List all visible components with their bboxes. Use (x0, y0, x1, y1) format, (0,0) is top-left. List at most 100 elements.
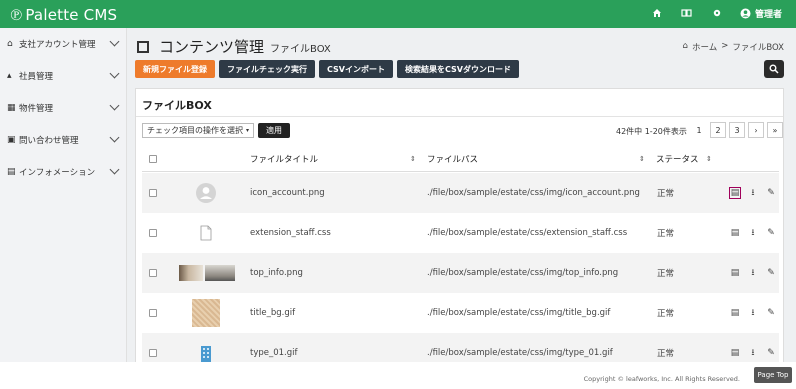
table-row: extension_staff.css ./file/box/sample/es… (142, 213, 779, 253)
admin-menu[interactable]: 管理者 (740, 7, 782, 20)
logo-text: Palette CMS (25, 6, 118, 24)
select-all-checkbox[interactable] (149, 155, 157, 163)
sidebar-item-properties[interactable]: ▦ 物件管理 (0, 92, 126, 124)
download-icon[interactable]: ⭳ (747, 347, 759, 359)
csv-download-button[interactable]: 検索結果をCSVダウンロード (396, 60, 519, 78)
header-status[interactable]: ステータス (656, 153, 699, 165)
sort-icon[interactable]: ⇕ (706, 155, 712, 163)
sidebar-footer (0, 362, 127, 389)
row-checkbox[interactable] (149, 269, 157, 277)
edit-icon[interactable]: ✎ (765, 307, 777, 319)
chevron-down-icon (109, 164, 120, 175)
sidebar-item-label: インフォメーション (19, 168, 96, 178)
logo[interactable]: ℗ Palette CMS (10, 5, 117, 25)
edit-icon[interactable]: ✎ (765, 187, 777, 199)
content-icon (137, 41, 149, 53)
detail-icon[interactable]: ▤ (729, 307, 741, 319)
building-icon: ▦ (7, 103, 16, 113)
file-title: icon_account.png (250, 188, 325, 198)
detail-icon[interactable]: ▤ (729, 267, 741, 279)
file-status: 正常 (657, 189, 675, 199)
gear-icon[interactable] (710, 6, 724, 20)
sidebar-item-label: 問い合わせ管理 (19, 136, 79, 146)
search-icon (769, 64, 779, 74)
chevron-down-icon (109, 36, 120, 47)
file-path: ./file/box/sample/estate/css/img/type_01… (427, 348, 613, 358)
pagination: 1 2 3 › » (691, 122, 783, 138)
footer: Copyright © leafworks, Inc. All Rights R… (127, 362, 796, 389)
file-path: ./file/box/sample/estate/css/img/icon_ac… (427, 188, 640, 198)
user-icon: ▴ (7, 71, 12, 81)
file-path: ./file/box/sample/estate/css/img/title_b… (427, 308, 611, 318)
page-top-button[interactable]: Page Top (754, 367, 792, 383)
csv-import-button[interactable]: CSVインポート (319, 60, 393, 78)
table-row: title_bg.gif ./file/box/sample/estate/cs… (142, 293, 779, 333)
row-checkbox[interactable] (149, 349, 157, 357)
chevron-down-icon (109, 100, 120, 111)
new-file-button[interactable]: 新規ファイル登録 (135, 60, 215, 78)
home-icon[interactable] (650, 6, 664, 20)
copyright: Copyright © leafworks, Inc. All Rights R… (583, 375, 740, 383)
file-path: ./file/box/sample/estate/css/img/top_inf… (427, 268, 619, 278)
file-status: 正常 (657, 269, 675, 279)
page-subtitle: ファイルBOX (270, 44, 331, 55)
detail-icon[interactable]: ▤ (729, 187, 741, 199)
account-icon (740, 8, 751, 18)
result-count: 42件中 1-20件表示 (616, 127, 687, 136)
detail-icon[interactable]: ▤ (729, 227, 741, 239)
page-2[interactable]: 2 (710, 122, 726, 138)
photo-thumbnail (179, 265, 235, 281)
sidebar: ⌂ 支社アカウント管理 ▴ 社員管理 ▦ 物件管理 ▣ 問い合わせ管理 ▤ イン… (0, 28, 127, 389)
sort-icon[interactable]: ⇕ (410, 155, 416, 163)
download-icon[interactable]: ⭳ (747, 267, 759, 279)
row-checkbox[interactable] (149, 189, 157, 197)
chevron-down-icon (109, 68, 120, 79)
page-1[interactable]: 1 (691, 122, 707, 138)
edit-icon[interactable]: ✎ (765, 347, 777, 359)
css-file-thumbnail (192, 219, 220, 247)
file-status: 正常 (657, 349, 675, 359)
document-icon: ▤ (7, 167, 16, 177)
sidebar-item-inquiries[interactable]: ▣ 問い合わせ管理 (0, 124, 126, 156)
file-path: ./file/box/sample/estate/css/extension_s… (427, 228, 628, 238)
file-status: 正常 (657, 309, 675, 319)
divider (136, 116, 783, 117)
breadcrumb-current: ファイルBOX (732, 43, 784, 53)
chevron-down-icon (109, 132, 120, 143)
download-icon[interactable]: ⭳ (747, 227, 759, 239)
detail-icon[interactable]: ▤ (729, 347, 741, 359)
page-title: コンテンツ管理 (159, 38, 265, 56)
sidebar-item-information[interactable]: ▤ インフォメーション (0, 156, 126, 188)
bulk-action-select[interactable]: チェック項目の操作を選択 ▾ (142, 123, 255, 138)
breadcrumb-home[interactable]: ホーム (692, 41, 717, 53)
file-check-button[interactable]: ファイルチェック実行 (219, 60, 315, 78)
header-path[interactable]: ファイルパス (427, 153, 478, 165)
file-title: top_info.png (250, 268, 303, 278)
sidebar-item-staff[interactable]: ▴ 社員管理 (0, 60, 126, 92)
next-page[interactable]: › (748, 122, 764, 138)
header-title[interactable]: ファイルタイトル (250, 153, 318, 165)
book-icon[interactable] (680, 6, 694, 20)
row-checkbox[interactable] (149, 309, 157, 317)
last-page[interactable]: » (767, 122, 783, 138)
table-header: ファイルタイトル ⇕ ファイルパス ⇕ ステータス ⇕ (142, 147, 779, 172)
inbox-icon: ▣ (7, 135, 16, 145)
file-status: 正常 (657, 229, 675, 239)
bulk-action-label: チェック項目の操作を選択 (147, 126, 243, 135)
page-3[interactable]: 3 (729, 122, 745, 138)
edit-icon[interactable]: ✎ (765, 267, 777, 279)
row-checkbox[interactable] (149, 229, 157, 237)
sidebar-item-branch-accounts[interactable]: ⌂ 支社アカウント管理 (0, 28, 126, 60)
search-button[interactable] (764, 60, 784, 78)
sidebar-item-label: 支社アカウント管理 (19, 40, 96, 50)
sort-icon[interactable]: ⇕ (639, 155, 645, 163)
file-title: extension_staff.css (250, 228, 331, 238)
download-icon[interactable]: ⭳ (747, 307, 759, 319)
download-icon[interactable]: ⭳ (747, 187, 759, 199)
table-row: icon_account.png ./file/box/sample/estat… (142, 173, 779, 213)
apply-button[interactable]: 適用 (258, 123, 291, 138)
home-icon: ⌂ (682, 41, 688, 51)
table-row: top_info.png ./file/box/sample/estate/cs… (142, 253, 779, 293)
palette-logo-icon: ℗ (10, 5, 23, 24)
edit-icon[interactable]: ✎ (765, 227, 777, 239)
